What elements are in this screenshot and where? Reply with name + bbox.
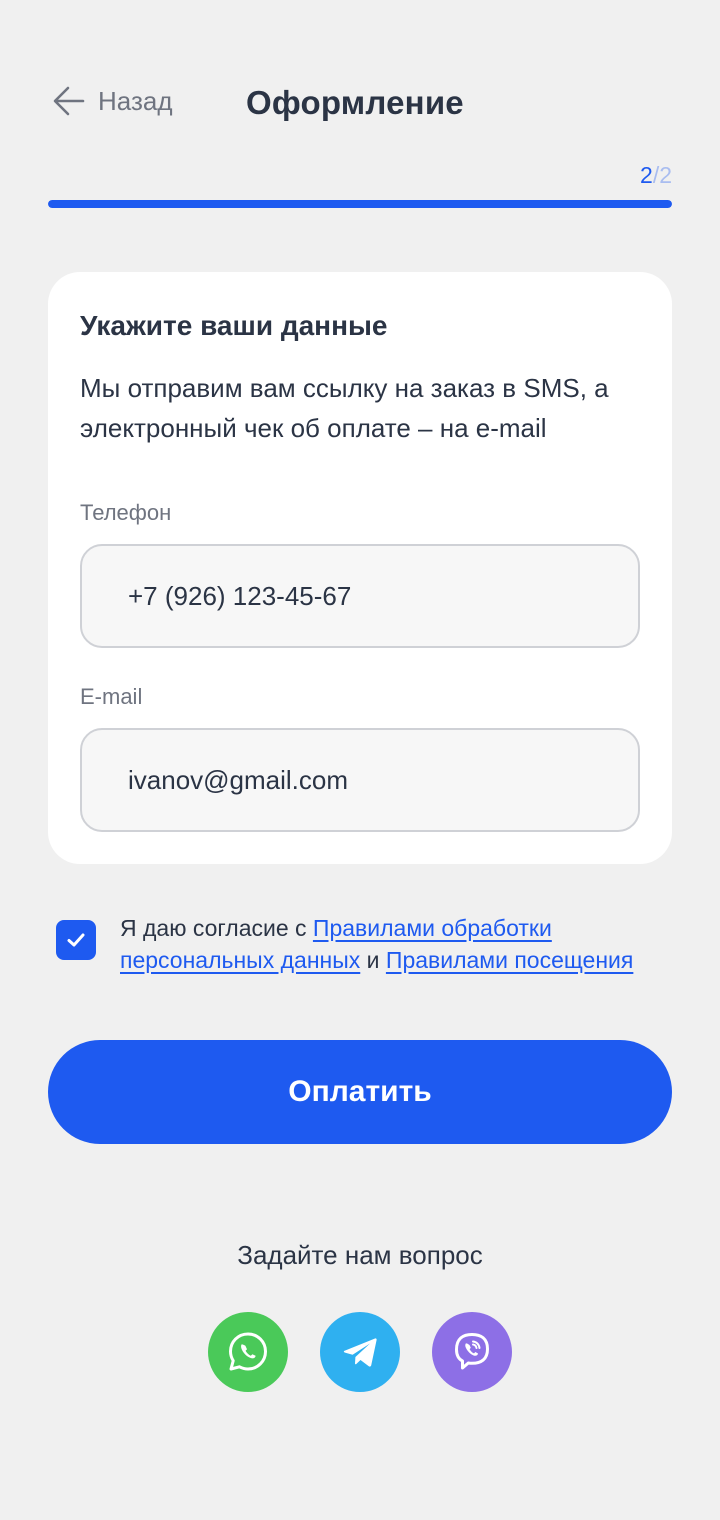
whatsapp-icon [229,1332,267,1371]
consent-middle: и [360,947,386,973]
social-buttons [208,1312,512,1392]
phone-field[interactable] [82,546,638,646]
phone-label: Телефон [80,500,172,525]
email-label: E-mail [80,684,143,709]
whatsapp-button[interactable] [208,1312,288,1392]
phone-field-wrapper [80,544,640,648]
consent-prefix: Я даю согласие с [120,915,313,941]
step-total: 2 [659,162,672,188]
pay-button[interactable]: Оплатить [48,1040,672,1144]
telegram-button[interactable] [320,1312,400,1392]
telegram-icon [343,1338,377,1367]
card-title: Укажите ваши данные [80,310,388,341]
email-field[interactable] [82,730,638,830]
progress-bar [48,200,672,208]
email-field-wrapper [80,728,640,832]
step-counter: 2/2 [640,162,672,189]
progress-fill [48,200,672,208]
header: Назад Оформление [0,72,720,136]
back-button[interactable]: Назад [52,84,173,118]
viber-icon [455,1333,489,1370]
checkout-page: Назад Оформление 2/2 Укажите ваши данные… [0,0,720,1520]
back-label: Назад [98,85,173,116]
viber-button[interactable] [432,1312,512,1392]
ask-question-text: Задайте нам вопрос [237,1240,483,1270]
consent-checkbox[interactable] [56,920,96,960]
step-current: 2 [640,162,653,188]
visit-rules-link[interactable]: Правилами посещения [386,947,633,973]
card-description: Мы отправим вам ссылку на заказ в SMS, а… [80,373,609,443]
contact-details-card: Укажите ваши данные Мы отправим вам ссыл… [48,272,672,864]
arrow-left-icon [53,86,85,116]
checkmark-icon [67,933,85,947]
consent-text: Я даю согласие с Правилами обработки пер… [120,912,680,976]
page-title: Оформление [246,84,464,121]
